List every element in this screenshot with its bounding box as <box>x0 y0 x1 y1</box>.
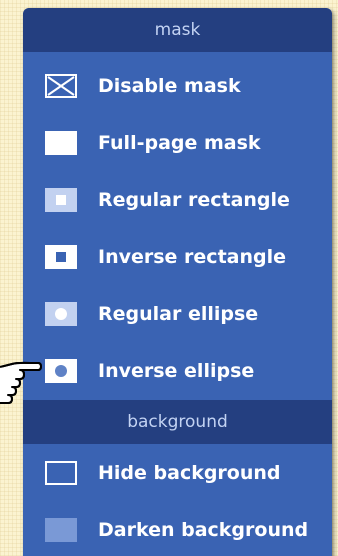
menu-item-label: Disable mask <box>98 75 241 97</box>
filled-rectangle-icon <box>45 131 77 155</box>
pointing-hand-cursor-icon <box>0 359 42 409</box>
inverse-ellipse-icon <box>45 359 77 383</box>
menu-item-label: Regular rectangle <box>98 189 290 211</box>
menu-item-label: Inverse rectangle <box>98 246 286 268</box>
section-header-mask: mask <box>23 8 332 52</box>
menu-item-label: Full-page mask <box>98 132 261 154</box>
menu-item-full-page-mask[interactable]: Full-page mask <box>23 117 332 169</box>
darkened-rectangle-icon <box>45 518 77 542</box>
x-box-icon <box>45 74 77 98</box>
menu-item-inverse-ellipse[interactable]: Inverse ellipse <box>23 345 332 397</box>
menu-item-label: Hide background <box>98 462 281 484</box>
menu-item-regular-rectangle[interactable]: Regular rectangle <box>23 174 332 226</box>
menu-item-hide-background[interactable]: Hide background <box>23 447 332 499</box>
section-header-background: background <box>23 400 332 444</box>
menu-item-darken-background[interactable]: Darken background <box>23 504 332 556</box>
menu-item-label: Darken background <box>98 519 309 541</box>
regular-rectangle-icon <box>45 188 77 212</box>
menu-panel: mask Disable mask Full-page mask Regular… <box>23 8 332 556</box>
inverse-rectangle-icon <box>45 245 77 269</box>
outline-rectangle-icon <box>45 461 77 485</box>
menu-item-disable-mask[interactable]: Disable mask <box>23 60 332 112</box>
menu-item-label: Regular ellipse <box>98 303 259 325</box>
menu-item-label: Inverse ellipse <box>98 360 255 382</box>
menu-item-regular-ellipse[interactable]: Regular ellipse <box>23 288 332 340</box>
regular-ellipse-icon <box>45 302 77 326</box>
menu-item-inverse-rectangle[interactable]: Inverse rectangle <box>23 231 332 283</box>
